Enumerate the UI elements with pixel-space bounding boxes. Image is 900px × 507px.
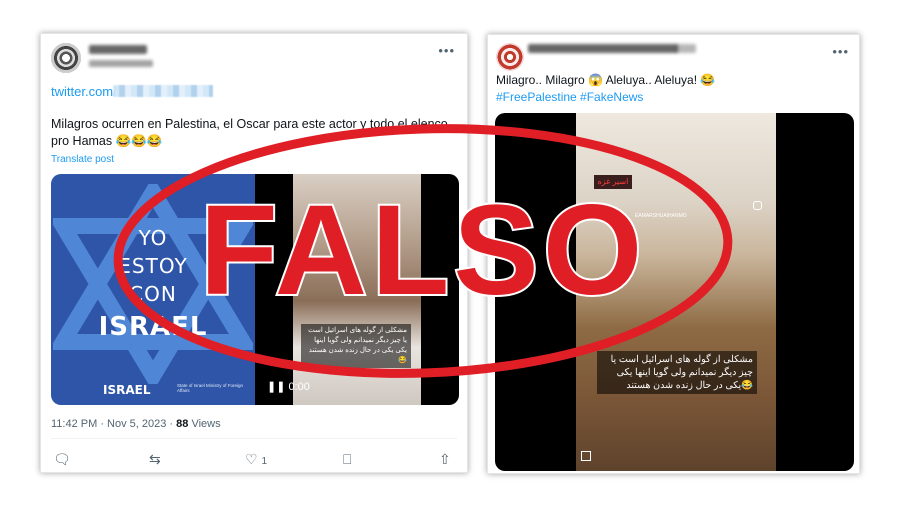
link-blurred <box>113 85 213 97</box>
image-text-estoy: ESTOY <box>118 254 188 278</box>
retweet-icon[interactable]: ⇆ <box>149 450 161 468</box>
instagram-icon <box>753 201 762 210</box>
video-player[interactable]: مشکلی از گوله های اسرائیل است یا چیز دیگ… <box>255 174 459 405</box>
author-handle-blurred[interactable] <box>89 60 153 67</box>
action-bar: 🗨 ⇆ ♡ 1 ⎕ ⇧ <box>41 450 467 470</box>
video-player[interactable]: اسیر غزه EAMARSHUAIHANMO مشکلی از گوله ه… <box>495 113 854 471</box>
author-name-blurred[interactable] <box>528 44 678 53</box>
instagram-handle: EAMARSHUAIHANMO <box>635 213 687 219</box>
tweet-link[interactable]: twitter.com/ <box>51 84 117 99</box>
author-handle-blurred[interactable] <box>676 44 696 53</box>
tweet-media[interactable]: YO ESTOY CON ISRAEL ISRAEL State of Isra… <box>51 174 459 405</box>
more-options-icon[interactable]: ••• <box>832 45 849 58</box>
hashtags[interactable]: #FreePalestine #FakeNews <box>496 90 643 104</box>
reply-icon[interactable]: 🗨 <box>53 450 71 468</box>
video-frame <box>576 113 776 471</box>
israel-logo: ISRAEL <box>103 383 151 397</box>
video-frame <box>293 174 421 405</box>
translate-post-link[interactable]: Translate post <box>51 154 114 165</box>
timestamp[interactable]: 11:42 PM · Nov 5, 2023 · <box>51 418 176 430</box>
image-text-israel: ISRAEL <box>98 312 208 342</box>
views-label: Views <box>191 418 221 430</box>
like-count: 1 <box>261 456 268 467</box>
divider <box>51 438 457 439</box>
pause-control[interactable]: ❚❚ 0:00 <box>267 380 310 393</box>
bookmark-icon[interactable]: ⎕ <box>343 450 351 468</box>
watermark-icon <box>581 451 591 461</box>
video-time: 0:00 <box>288 381 310 393</box>
israel-ministry-text: State of Israel Ministry of Foreign Affa… <box>177 383 244 393</box>
avatar[interactable] <box>496 43 524 71</box>
video-caption: مشکلی از گوله های اسرائیل است یا چیز دیگ… <box>301 324 411 368</box>
more-options-icon[interactable]: ••• <box>438 44 455 57</box>
like-button[interactable]: ♡ 1 <box>245 450 267 471</box>
views-count: 88 <box>176 418 189 430</box>
tweet-text: Milagro.. Milagro 😱 Aleluya.. Aleluya! 😂 <box>496 73 716 87</box>
tweet-meta: 11:42 PM · Nov 5, 2023 · 88 Views <box>51 418 221 430</box>
author-name-blurred[interactable] <box>89 45 147 54</box>
mosque-sign: اسیر غزه <box>594 175 632 189</box>
share-icon[interactable]: ⇧ <box>439 450 451 468</box>
left-tweet-card: ••• twitter.com/ Milagros ocurren en Pal… <box>40 33 468 473</box>
right-tweet-card: ••• Milagro.. Milagro 😱 Aleluya.. Aleluy… <box>487 34 860 474</box>
image-text-con: CON <box>129 282 177 306</box>
avatar[interactable] <box>51 43 81 73</box>
tweet-text: Milagros ocurren en Palestina, el Oscar … <box>51 117 448 148</box>
video-caption: مشکلی از گوله های اسرائیل است یا چیز دیگ… <box>597 351 757 394</box>
israel-image[interactable]: YO ESTOY CON ISRAEL ISRAEL State of Isra… <box>51 174 255 405</box>
image-text-yo: YO <box>138 226 168 250</box>
